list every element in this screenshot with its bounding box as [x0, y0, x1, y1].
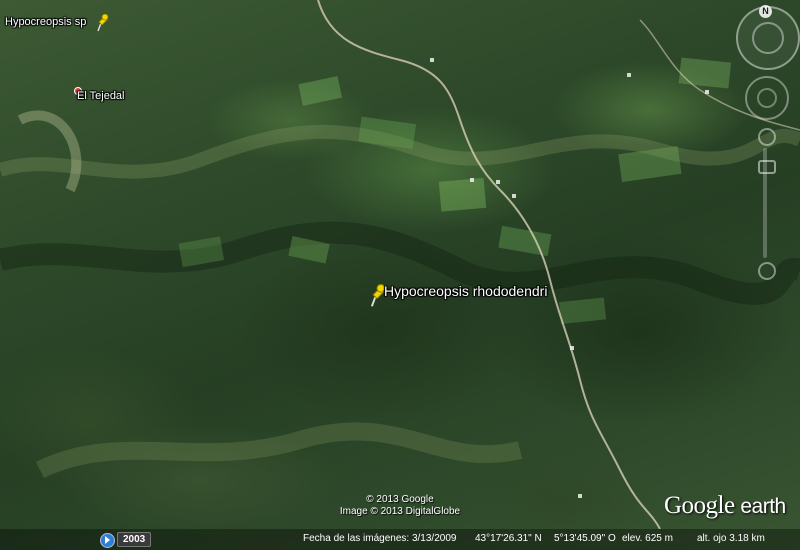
placemark-label[interactable]: El Tejedal — [77, 90, 125, 102]
historical-imagery-button[interactable]: 2003 — [117, 532, 152, 547]
tour-play-icon[interactable] — [100, 533, 115, 548]
copyright-google: © 2013 Google — [366, 494, 434, 505]
elevation-readout: elev. 625 m — [622, 533, 673, 544]
copyright-imagery: Image © 2013 DigitalGlobe — [339, 506, 461, 517]
look-joystick[interactable] — [745, 76, 789, 120]
look-joystick-center[interactable] — [757, 88, 777, 108]
tilt-control[interactable] — [752, 22, 784, 54]
zoom-out-button[interactable] — [758, 262, 776, 280]
placemark-label[interactable]: Hypocreopsis sp — [5, 16, 86, 28]
google-earth-logo: Google earth — [664, 492, 786, 520]
logo-product: earth — [740, 495, 786, 518]
longitude-readout: 5°13'45.09" O — [554, 533, 616, 544]
latitude-readout: 43°17'26.31" N — [475, 533, 542, 544]
terrain-overlay — [0, 0, 800, 529]
placemark-label[interactable]: Hypocreopsis rhododendri — [384, 283, 547, 299]
north-button[interactable]: N — [759, 5, 772, 18]
pushpin-icon[interactable] — [95, 14, 109, 32]
zoom-in-button[interactable] — [758, 128, 776, 146]
eye-altitude-readout: alt. ojo 3.18 km — [697, 533, 765, 544]
logo-brand: Google — [664, 492, 735, 519]
imagery-date: Fecha de las imágenes: 3/13/2009 — [303, 533, 457, 544]
satellite-map[interactable]: Hypocreopsis sp El Tejedal Hypocreopsis … — [0, 0, 800, 550]
zoom-slider-thumb[interactable] — [758, 160, 776, 174]
